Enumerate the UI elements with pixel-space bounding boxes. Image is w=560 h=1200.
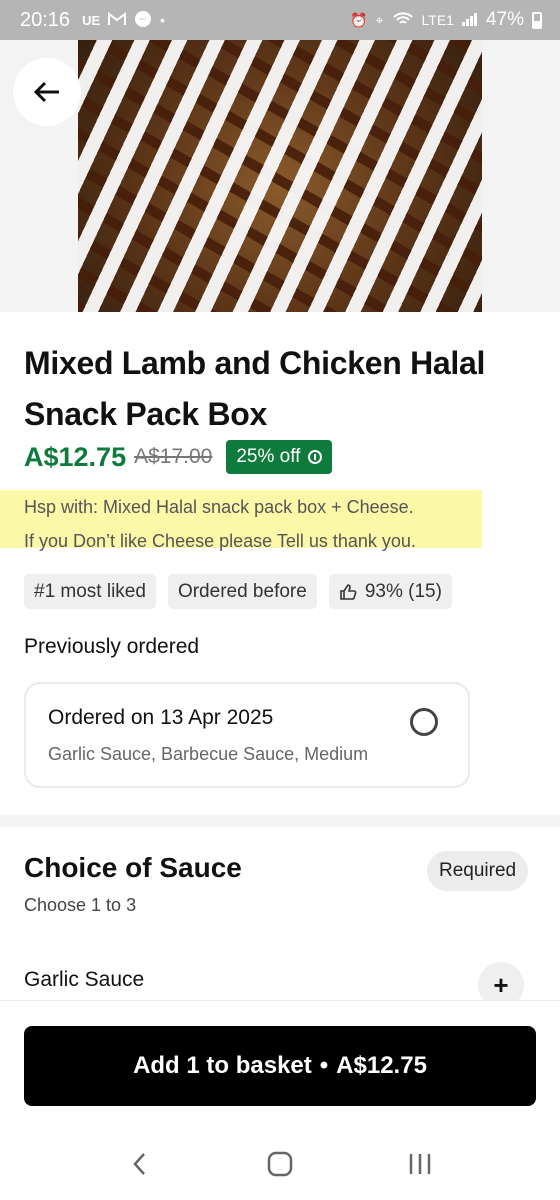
original-price: A$17.00 (134, 445, 213, 468)
plus-icon: + (493, 969, 509, 1000)
add-to-basket-label: Add 1 to basket (133, 1052, 312, 1079)
ue-icon: UE (82, 12, 101, 28)
tag-ordered-before: Ordered before (167, 574, 317, 609)
nav-home-button[interactable] (260, 1144, 300, 1184)
system-nav-bar (0, 1128, 560, 1200)
option-garlic-sauce: Garlic Sauce (24, 968, 145, 991)
thumbs-up-icon (340, 583, 357, 600)
previous-order-radio[interactable] (410, 708, 438, 736)
status-time: 20:16 (20, 8, 71, 31)
previous-order-title: Ordered on 13 Apr 2025 (48, 706, 274, 729)
nav-recents-button[interactable] (400, 1144, 440, 1184)
item-tags: #1 most liked Ordered before 93% (15) (24, 574, 452, 609)
alarm-icon: ⏰ (350, 11, 368, 28)
description-line: If you Don’t like Cheese please Tell us … (24, 531, 416, 551)
battery-icon (532, 11, 542, 29)
discount-badge[interactable]: 25% off (226, 440, 333, 474)
info-icon (308, 450, 323, 464)
nav-back-button[interactable] (120, 1144, 160, 1184)
arrow-left-icon (33, 81, 59, 103)
tag-rating: 93% (15) (328, 574, 452, 609)
notification-icons: UE • (82, 10, 165, 31)
battery-percent: 47% (485, 9, 524, 30)
recents-icon (409, 1154, 431, 1174)
network-label: LTE1 (421, 12, 454, 28)
required-badge: Required (427, 851, 529, 891)
previously-ordered-heading: Previously ordered (24, 635, 200, 658)
gmail-icon (108, 11, 127, 29)
item-title: Mixed Lamb and Chicken Halal Snack Pack … (24, 345, 486, 432)
food-image (78, 0, 482, 312)
back-button[interactable] (13, 58, 81, 126)
item-description: Hsp with: Mixed Halal snack pack box + C… (0, 490, 482, 551)
wifi-icon (392, 11, 414, 30)
location-icon: ⌖ (375, 11, 384, 28)
previous-order-details: Garlic Sauce, Barbecue Sauce, Medium (48, 744, 369, 764)
item-photo (0, 0, 560, 312)
home-icon (267, 1151, 293, 1177)
discount-label: 25% off (236, 446, 301, 467)
price-row: A$12.75 A$17.00 25% off (24, 440, 333, 474)
previous-order-card[interactable]: Ordered on 13 Apr 2025 Garlic Sauce, Bar… (24, 682, 470, 788)
rating-label: 93% (15) (364, 580, 442, 602)
signal-icon (461, 12, 478, 29)
dot-icon: • (160, 12, 165, 28)
chevron-left-icon (133, 1153, 145, 1175)
tag-most-liked: #1 most liked (24, 574, 156, 609)
cta-price: A$12.75 (336, 1052, 427, 1079)
status-bar: 20:16 UE • ⏰ ⌖ LTE1 47% (0, 0, 560, 40)
add-to-basket-button[interactable]: Add 1 to basket • A$12.75 (24, 1026, 536, 1106)
cta-separator: • (319, 1052, 329, 1079)
sauce-section-subtitle: Choose 1 to 3 (24, 895, 137, 915)
system-icons: ⏰ ⌖ LTE1 47% (350, 9, 542, 31)
sauce-section-title: Choice of Sauce (24, 852, 242, 883)
current-price: A$12.75 (24, 441, 127, 472)
section-divider (0, 815, 560, 827)
messenger-icon (134, 10, 152, 31)
description-line: Hsp with: Mixed Halal snack pack box + C… (24, 497, 414, 517)
